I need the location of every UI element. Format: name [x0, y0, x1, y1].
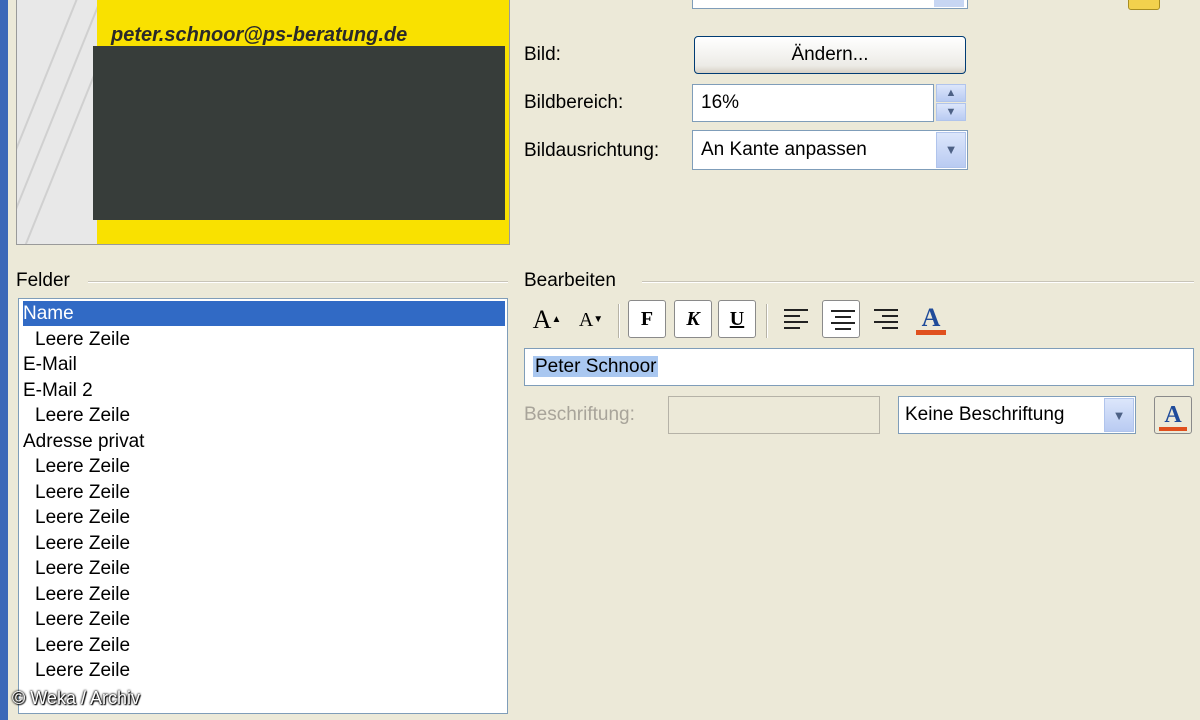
top-combo-cut[interactable]: [692, 0, 968, 9]
fields-list[interactable]: Name Leere Zeile E-Mail E-Mail 2 Leere Zeile…: [18, 298, 508, 714]
italic-button[interactable]: K: [674, 300, 712, 338]
list-item[interactable]: Leere Zeile: [23, 607, 505, 632]
alignment-label: Bildausrichtung:: [524, 140, 660, 161]
card-preview: peter.schnoor@ps-beratung.de: [16, 0, 510, 245]
caption-label: Beschriftung:: [524, 404, 635, 425]
zoom-input[interactable]: 16%: [692, 84, 934, 122]
field-value-text: Peter Schnoor: [533, 356, 659, 377]
list-item[interactable]: Leere Zeile: [23, 403, 505, 428]
chevron-down-icon[interactable]: ▼: [936, 132, 966, 168]
alignment-dropdown[interactable]: An Kante anpassen ▼: [692, 130, 968, 170]
alignment-value: An Kante anpassen: [701, 139, 867, 160]
spin-up-icon[interactable]: ▲: [936, 84, 966, 102]
caption-input[interactable]: [668, 396, 880, 434]
bold-icon: F: [640, 308, 654, 330]
grow-font-icon: A: [532, 305, 552, 334]
card-pattern-stripe: [17, 0, 134, 244]
italic-icon: K: [686, 308, 700, 330]
top-combo-button-cut[interactable]: [934, 0, 964, 7]
card-picture-area: [93, 46, 505, 220]
shrink-font-icon: A: [578, 309, 594, 331]
card-email-text: peter.schnoor@ps-beratung.de: [111, 24, 408, 46]
list-item[interactable]: E-Mail 2: [23, 378, 505, 403]
caption-font-button[interactable]: A: [1154, 396, 1192, 434]
underline-icon: U: [729, 308, 745, 330]
toolbar-separator: [766, 304, 768, 338]
align-left-icon: [784, 309, 808, 329]
grow-font-button[interactable]: A▲: [528, 302, 566, 340]
font-color-icon: A: [921, 303, 941, 332]
list-item[interactable]: Leere Zeile: [23, 582, 505, 607]
spin-down-icon[interactable]: ▼: [936, 103, 966, 121]
list-item[interactable]: Adresse privat: [23, 429, 505, 454]
toolbar-separator: [618, 304, 620, 338]
change-picture-button[interactable]: Ändern...: [694, 36, 966, 74]
zoom-spinner[interactable]: ▲ ▼: [936, 84, 966, 122]
list-item[interactable]: Leere Zeile: [23, 327, 505, 352]
align-center-icon: [831, 310, 855, 330]
list-item[interactable]: E-Mail: [23, 352, 505, 377]
list-item[interactable]: Name: [23, 301, 505, 326]
edit-group-title: Bearbeiten: [524, 270, 616, 291]
fields-group-divider: [88, 281, 508, 283]
caption-mode-value: Keine Beschriftung: [905, 404, 1065, 425]
align-right-button[interactable]: [866, 300, 904, 338]
list-item[interactable]: Leere Zeile: [23, 633, 505, 658]
window-border: [0, 0, 8, 720]
picture-label: Bild:: [524, 44, 561, 65]
copyright-watermark: © Weka / Archiv: [12, 688, 140, 708]
field-value-input[interactable]: Peter Schnoor: [524, 348, 1194, 386]
chevron-down-icon[interactable]: ▼: [1104, 398, 1134, 432]
align-center-button[interactable]: [822, 300, 860, 338]
caption-mode-dropdown[interactable]: Keine Beschriftung ▼: [898, 396, 1136, 434]
edit-group-divider: [642, 281, 1194, 283]
fields-group-title: Felder: [16, 270, 70, 291]
list-item[interactable]: Leere Zeile: [23, 505, 505, 530]
bold-button[interactable]: F: [628, 300, 666, 338]
top-color-icon[interactable]: [1128, 0, 1160, 10]
shrink-font-button[interactable]: A▼: [572, 302, 610, 340]
list-item[interactable]: Leere Zeile: [23, 531, 505, 556]
font-color-button[interactable]: A: [912, 300, 950, 338]
list-item[interactable]: Leere Zeile: [23, 454, 505, 479]
list-item[interactable]: Leere Zeile: [23, 556, 505, 581]
list-item[interactable]: Leere Zeile: [23, 658, 505, 683]
align-left-button[interactable]: [776, 300, 814, 338]
caption-font-icon: A: [1164, 402, 1182, 428]
zoom-label: Bildbereich:: [524, 92, 624, 113]
align-right-icon: [874, 309, 898, 329]
underline-button[interactable]: U: [718, 300, 756, 338]
list-item[interactable]: Leere Zeile: [23, 480, 505, 505]
